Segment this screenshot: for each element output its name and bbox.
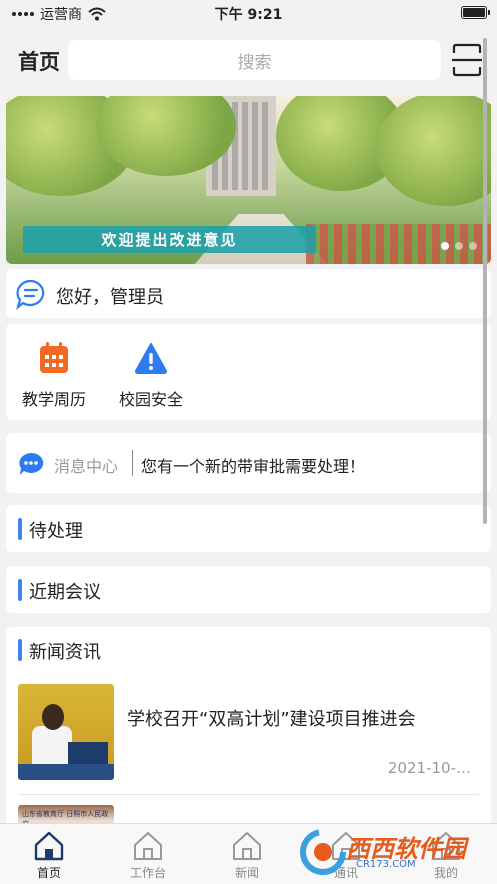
watermark-logo: 西西软件园 CR173.COM (298, 825, 478, 879)
message-center[interactable]: 消息中心 您有一个新的带审批需要处理！ (6, 433, 491, 493)
search-placeholder: 搜索 (237, 52, 272, 73)
tab-label: 工作台 (129, 866, 166, 880)
carousel-dots (441, 242, 477, 250)
message-text: 您有一个新的带审批需要处理！ (141, 457, 366, 476)
section-accent-bar (18, 518, 22, 540)
section-accent-bar (18, 639, 22, 661)
carousel-dot[interactable] (455, 242, 463, 250)
home-icon (134, 832, 162, 860)
thumb-head (42, 704, 64, 730)
app-label: 教学周历 (21, 390, 86, 409)
app-label: 校园安全 (118, 390, 183, 409)
news-headline[interactable]: 学校召开“双高计划”建设项目推进会 (127, 705, 416, 731)
chat-bubble-icon (15, 279, 45, 310)
section-title: 待处理 (29, 521, 83, 542)
top-header: 首页 搜索 (0, 28, 497, 90)
watermark-swirl-icon (300, 829, 346, 875)
tab-home[interactable]: 首页 (14, 830, 84, 881)
tab-workbench[interactable]: 工作台 (113, 830, 183, 881)
news-date: 2021-10-… (387, 759, 471, 777)
battery-icon (461, 6, 490, 19)
banner-caption: 欢迎提出改进意见 (23, 226, 316, 253)
section-title: 新闻资讯 (29, 642, 101, 663)
section-accent-bar (18, 579, 22, 601)
tab-label: 首页 (36, 866, 61, 880)
divider (18, 794, 479, 795)
message-bubble-icon (19, 452, 44, 475)
tab-label: 新闻 (234, 866, 259, 880)
thumb-stripe (18, 764, 114, 780)
news-thumbnail[interactable] (18, 684, 114, 780)
app-campus-safety[interactable]: 校园安全 (111, 342, 191, 410)
news-section: 新闻资讯 学校召开“双高计划”建设项目推进会 2021-10-… 山东省教育厅 … (6, 627, 491, 845)
tab-news[interactable]: 新闻 (212, 830, 282, 881)
banner-carousel[interactable]: 欢迎提出改进意见 (6, 96, 491, 264)
scan-icon[interactable] (452, 43, 482, 77)
carousel-dot[interactable] (469, 242, 477, 250)
quick-apps: 教学周历 校园安全 (6, 324, 491, 420)
greeting-text: 您好，管理员 (56, 287, 164, 308)
app-teaching-calendar[interactable]: 教学周历 (14, 342, 94, 410)
search-input[interactable]: 搜索 (68, 40, 441, 80)
home-icon (233, 832, 261, 860)
status-time: 下午 9:21 (214, 7, 283, 23)
greeting-card: 您好，管理员 (6, 269, 491, 318)
message-center-label: 消息中心 (54, 457, 119, 476)
warning-icon (135, 343, 167, 374)
meetings-section[interactable]: 近期会议 (6, 566, 491, 613)
divider (132, 450, 133, 476)
banner-tree (376, 96, 491, 206)
todo-section[interactable]: 待处理 (6, 505, 491, 552)
home-icon (34, 831, 64, 861)
carousel-dot[interactable] (441, 242, 449, 250)
scrollbar[interactable] (483, 38, 487, 524)
section-title: 近期会议 (29, 582, 101, 603)
calendar-icon (40, 342, 68, 373)
page-title: 首页 (18, 50, 60, 74)
watermark-sub: CR173.COM (356, 859, 416, 870)
status-bar: 运营商 下午 9:21 (0, 0, 497, 26)
